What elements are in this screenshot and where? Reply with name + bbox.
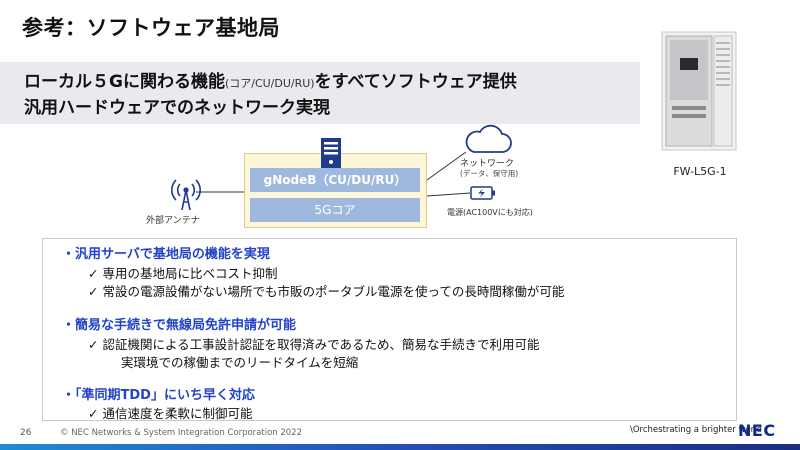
- section-2-item-2: 実環境での稼働までのリードタイムを短縮: [121, 355, 359, 370]
- network-sublabel: (データ、保守用): [460, 169, 519, 178]
- product-caption: FW-L5G-1: [673, 165, 727, 178]
- section-2-item-1: ✓ 認証機関による工事設計認証を取得済みであるため、簡易な手続きで利用可能: [88, 337, 540, 352]
- power-label: 電源(AC100Vにも対応): [447, 208, 533, 217]
- brand-logo: NEC: [738, 421, 776, 440]
- gnodeb-block: gNodeB（CU/DU/RU）: [250, 168, 420, 192]
- page-number: 26: [20, 428, 32, 438]
- section-heading-3: ・「準同期TDD」にいち早く対応: [62, 388, 255, 403]
- battery-icon: [470, 186, 495, 200]
- headline-line-1: ローカル５Gに関わる機能(コア/CU/DU/RU)をすべてソフトウェア提供: [24, 67, 517, 92]
- headline-end: をすべてソフトウェア提供: [314, 72, 517, 92]
- server-icon: [321, 138, 341, 168]
- section-3-item-1: ✓ 通信速度を柔軟に制御可能: [88, 406, 253, 421]
- section-heading-1: ・汎用サーバで基地局の機能を実現: [62, 247, 270, 262]
- headline-main: ローカル５Gに関わる機能: [24, 72, 225, 92]
- cloud-icon: [465, 124, 512, 153]
- footer-stripe: [0, 444, 800, 450]
- page-title: 参考：ソフトウェア基地局: [22, 16, 280, 40]
- copyright: © NEC Networks & System Integration Corp…: [60, 428, 303, 438]
- core-block: 5Gコア: [250, 198, 420, 222]
- antenna-label: 外部アンテナ: [146, 216, 200, 226]
- headline-paren: (コア/CU/DU/RU): [224, 77, 315, 90]
- antenna-icon: [171, 179, 201, 211]
- section-1-item-1: ✓ 専用の基地局に比ベコスト抑制: [88, 266, 278, 281]
- product-photo: [661, 31, 737, 151]
- section-heading-2: ・簡易な手続きで無線局免許申請が可能: [62, 318, 297, 333]
- section-1-item-2: ✓ 常設の電源設備がない場所でも市販のポータブル電源を使っての長時間稼働が可能: [88, 284, 565, 299]
- headline-line-2: 汎用ハードウェアでのネットワーク実現: [24, 98, 330, 118]
